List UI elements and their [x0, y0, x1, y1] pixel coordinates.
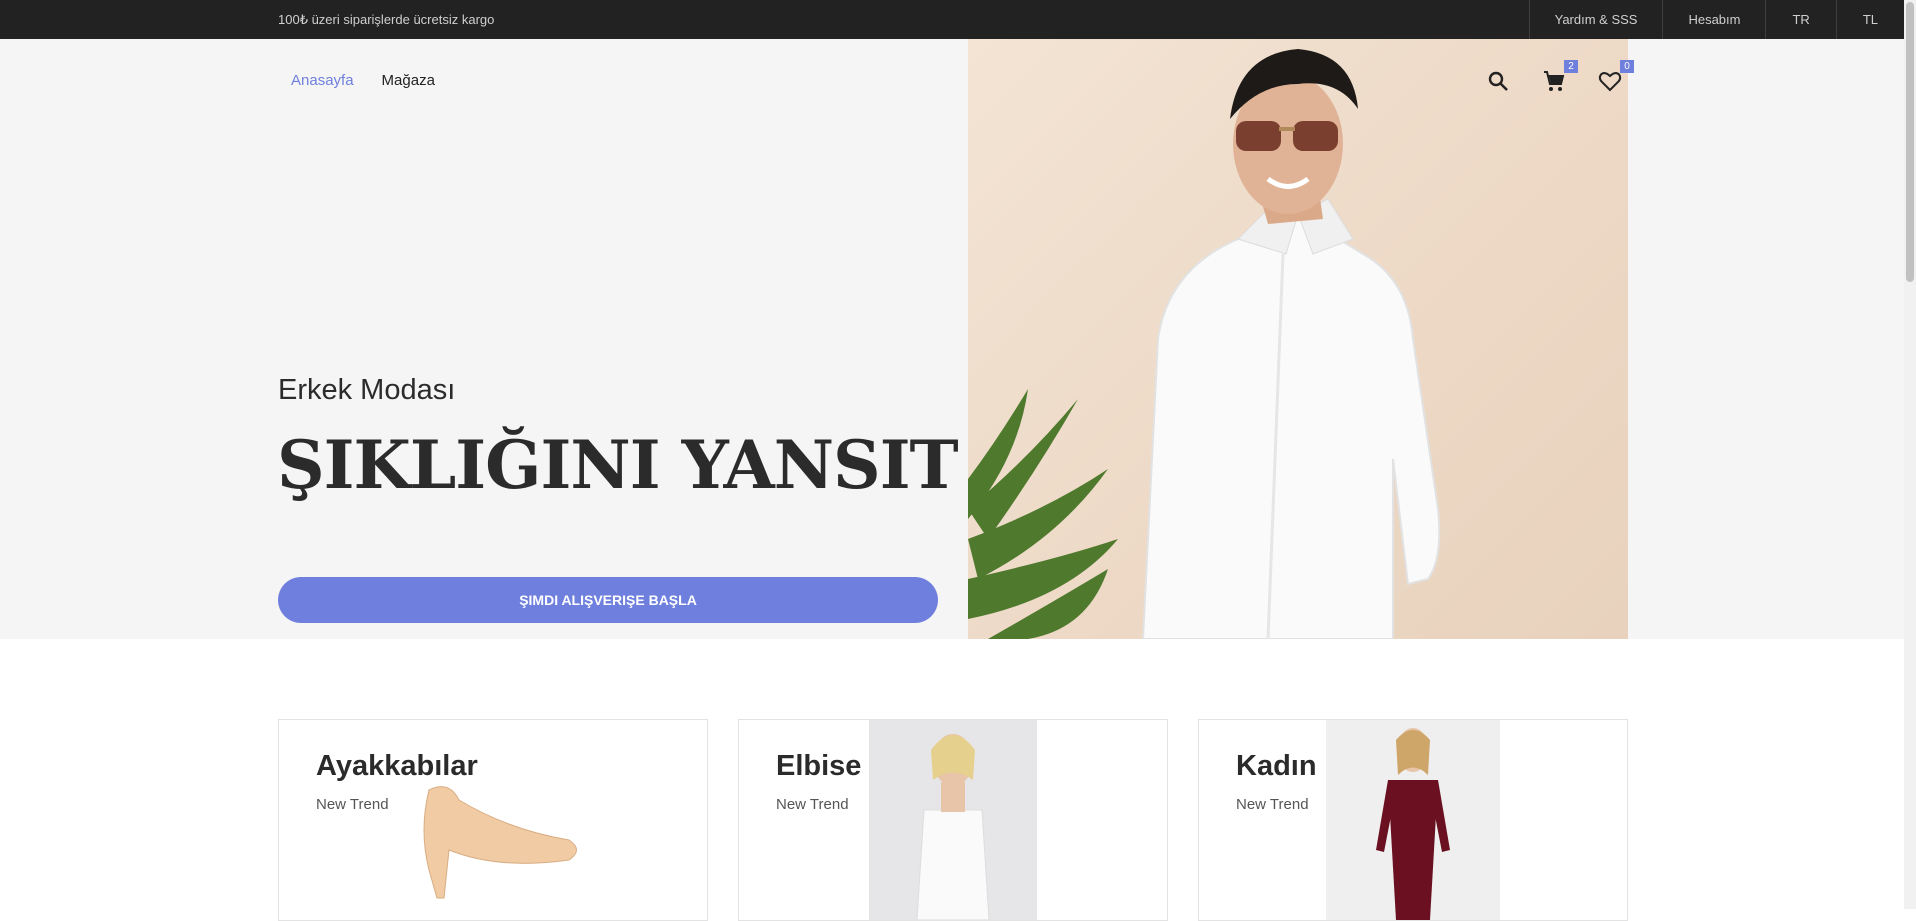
language-selector[interactable]: TR	[1765, 0, 1835, 39]
category-tag: New Trend	[776, 796, 849, 813]
nav-shop[interactable]: Mağaza	[382, 72, 435, 89]
scrollbar-thumb[interactable]	[1906, 2, 1914, 282]
my-account-link[interactable]: Hesabım	[1662, 0, 1765, 39]
category-title: Elbise	[776, 750, 862, 782]
search-icon	[1488, 71, 1508, 91]
hero-subtitle: Erkek Modası	[278, 374, 456, 406]
top-bar: 100₺ üzeri siparişlerde ücretsiz kargo Y…	[0, 0, 1904, 39]
category-card-shoes[interactable]: Ayakkabılar New Trend	[278, 719, 708, 921]
header-icons: 2 0	[1486, 60, 1634, 93]
category-tag: New Trend	[316, 796, 389, 813]
heart-icon	[1598, 72, 1622, 92]
shop-now-button[interactable]: ŞIMDI ALIŞVERIŞE BAŞLA	[278, 577, 938, 623]
category-card-dress[interactable]: Elbise New Trend	[738, 719, 1168, 921]
currency-selector[interactable]: TL	[1835, 0, 1904, 39]
help-faq-link[interactable]: Yardım & SSS	[1528, 0, 1663, 39]
category-card-women[interactable]: Kadın New Trend	[1198, 719, 1628, 921]
free-shipping-promo: 100₺ üzeri siparişlerde ücretsiz kargo	[278, 12, 495, 27]
hero-section: Anasayfa Mağaza 2 0 Erkek Modası ŞIKLIĞI…	[0, 39, 1904, 639]
cart-button[interactable]: 2	[1542, 60, 1578, 93]
page-scrollbar[interactable]	[1904, 0, 1916, 909]
main-nav: Anasayfa Mağaza	[291, 72, 435, 89]
cart-count-badge: 2	[1564, 60, 1578, 73]
category-title: Kadın	[1236, 750, 1317, 782]
palm-plant	[968, 389, 1118, 639]
nav-home[interactable]: Anasayfa	[291, 72, 354, 89]
search-button[interactable]	[1486, 69, 1510, 93]
hero-headline: ŞIKLIĞINI YANSIT	[277, 426, 959, 504]
category-title: Ayakkabılar	[316, 750, 478, 782]
hero-image	[968, 39, 1628, 639]
wishlist-button[interactable]: 0	[1598, 60, 1634, 93]
top-links: Yardım & SSS Hesabım TR TL	[1528, 0, 1904, 39]
wishlist-count-badge: 0	[1620, 60, 1634, 73]
cart-icon	[1544, 71, 1565, 91]
category-tag: New Trend	[1236, 796, 1309, 813]
dress-image	[869, 720, 1037, 920]
women-image	[1326, 720, 1500, 920]
